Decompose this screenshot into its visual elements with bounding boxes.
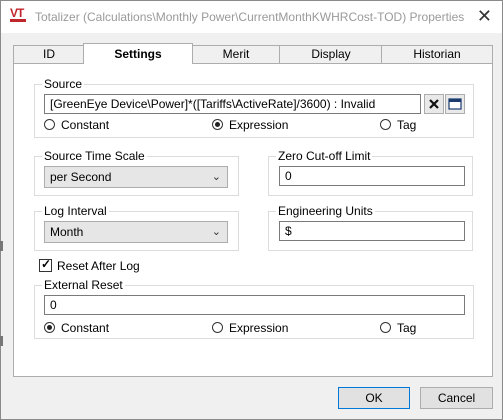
- tab-display[interactable]: Display: [279, 45, 383, 63]
- source-group: Source [GreenEye Device\Power]*([Tariffs…: [34, 77, 474, 138]
- clear-source-button[interactable]: [424, 94, 444, 114]
- chevron-down-icon: ⌄: [211, 226, 221, 238]
- zero-cutoff-label: Zero Cut-off Limit: [276, 149, 373, 163]
- log-interval-value: Month: [50, 225, 84, 239]
- tab-historian[interactable]: Historian: [381, 45, 493, 63]
- settings-panel: Source [GreenEye Device\Power]*([Tariffs…: [13, 63, 493, 377]
- zero-cutoff-group: Zero Cut-off Limit 0: [268, 149, 473, 196]
- engineering-units-label: Engineering Units: [276, 204, 375, 218]
- zero-cutoff-input[interactable]: 0: [279, 166, 465, 186]
- source-time-scale-label: Source Time Scale: [42, 149, 147, 163]
- browse-source-button[interactable]: [445, 94, 465, 114]
- log-interval-select[interactable]: Month ⌄: [44, 221, 228, 243]
- external-reset-label: External Reset: [42, 278, 125, 292]
- reset-after-log-label: Reset After Log: [57, 259, 140, 273]
- source-time-scale-value: per Second: [50, 170, 112, 184]
- title-bar: VT Totalizer (Calculations\Monthly Power…: [1, 1, 502, 33]
- properties-dialog: VT Totalizer (Calculations\Monthly Power…: [0, 0, 503, 420]
- source-expression-input[interactable]: [GreenEye Device\Power]*([Tariffs\Active…: [44, 94, 421, 114]
- log-interval-group: Log Interval Month ⌄: [34, 204, 239, 251]
- window-icon: [448, 98, 462, 110]
- tab-id[interactable]: ID: [13, 45, 85, 63]
- logo-text: VT: [10, 6, 24, 20]
- ok-button[interactable]: OK: [338, 387, 410, 409]
- log-interval-label: Log Interval: [42, 204, 109, 218]
- tab-merit[interactable]: Merit: [191, 45, 281, 63]
- close-icon: [429, 99, 439, 109]
- chevron-down-icon: ⌄: [211, 171, 221, 183]
- engineering-units-input[interactable]: $: [279, 221, 465, 241]
- background-edge: [0, 241, 3, 251]
- background-edge: [0, 336, 3, 346]
- tab-strip: ID Settings Merit Display Historian: [13, 43, 493, 64]
- source-time-scale-group: Source Time Scale per Second ⌄: [34, 149, 239, 196]
- engineering-units-group: Engineering Units $: [268, 204, 473, 251]
- cancel-button[interactable]: Cancel: [420, 387, 493, 409]
- window-title: Totalizer (Calculations\Monthly Power\Cu…: [35, 10, 465, 24]
- external-reset-input[interactable]: 0: [44, 295, 465, 315]
- close-window-icon[interactable]: ✕: [477, 6, 492, 27]
- checkmark-icon: ✓: [41, 257, 52, 271]
- source-label: Source: [42, 77, 85, 91]
- tab-settings[interactable]: Settings: [83, 43, 193, 64]
- external-reset-group: External Reset 0 Constant Expression Tag: [34, 278, 474, 339]
- vt-logo: VT: [10, 6, 28, 26]
- source-time-scale-select[interactable]: per Second ⌄: [44, 166, 228, 188]
